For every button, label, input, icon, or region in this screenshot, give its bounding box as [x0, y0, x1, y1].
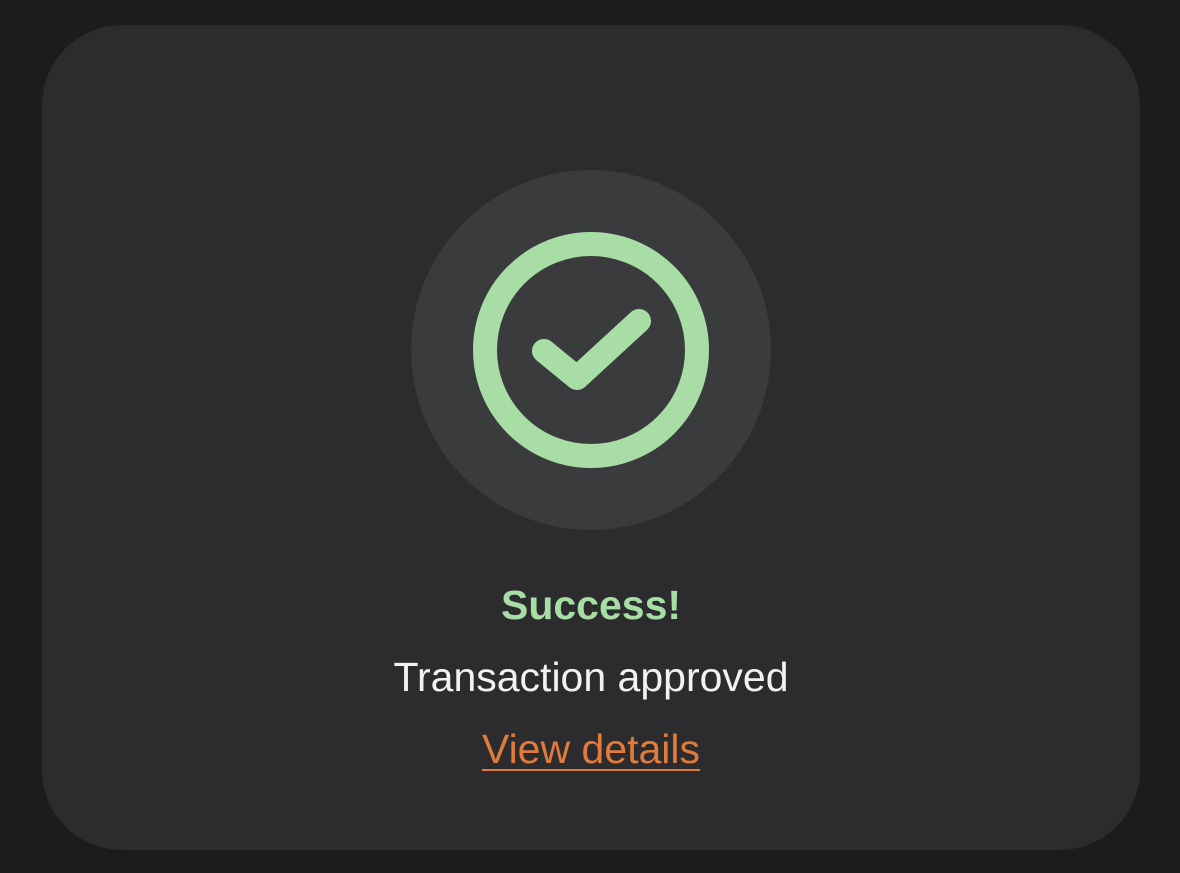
icon-halo [411, 170, 771, 530]
view-details-link[interactable]: View details [482, 726, 700, 772]
success-title: Success! [500, 582, 682, 628]
check-circle-icon [473, 232, 709, 468]
success-card: Success! Transaction approved View detai… [42, 25, 1140, 850]
view-details-container: View details [42, 724, 1140, 774]
transaction-message: Transaction approved [393, 654, 789, 700]
